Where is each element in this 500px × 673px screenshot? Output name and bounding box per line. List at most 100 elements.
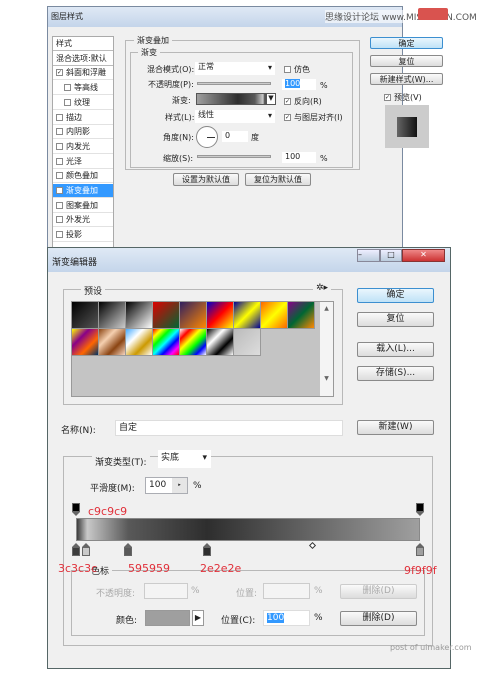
gradient-bar[interactable] xyxy=(76,518,420,541)
ok-button[interactable]: 确定 xyxy=(357,288,434,303)
style-list-item[interactable]: 光泽 xyxy=(53,155,113,169)
preview-checkbox[interactable]: ✓ 预览(V) xyxy=(384,92,422,103)
blend-mode-value: 正常 xyxy=(198,62,214,71)
ok-button[interactable]: 确定 xyxy=(370,37,443,49)
checkbox-icon[interactable] xyxy=(56,142,63,150)
reset-button[interactable]: 复位 xyxy=(370,55,443,67)
checkbox-icon[interactable] xyxy=(56,128,63,136)
style-list-item[interactable]: 等高线 xyxy=(53,81,113,96)
style-list-item[interactable]: 纹理 xyxy=(53,96,113,110)
gradient-type-select[interactable]: 实底 ▾ xyxy=(158,450,211,468)
opacity-slider[interactable] xyxy=(197,82,271,85)
color-stop-marker[interactable] xyxy=(72,543,80,556)
style-list-item[interactable]: 样式 xyxy=(53,37,113,51)
delete-color-stop-button[interactable]: 删除(D) xyxy=(340,611,417,626)
preset-swatch[interactable] xyxy=(72,329,99,356)
checkbox-icon[interactable]: ✓ xyxy=(56,69,63,77)
dither-label: 仿色 xyxy=(294,65,310,74)
style-list-item[interactable]: ✓ 斜面和浮雕 xyxy=(53,66,113,81)
style-select[interactable]: 线性 ▾ xyxy=(195,110,275,123)
gear-icon[interactable]: ✲▸ xyxy=(313,283,332,293)
style-list-item[interactable]: 外发光 xyxy=(53,213,113,228)
new-button[interactable]: 新建(W) xyxy=(357,420,434,435)
style-list-item[interactable]: 图案叠加 xyxy=(53,199,113,213)
preset-swatch[interactable] xyxy=(288,302,315,329)
preset-swatch[interactable] xyxy=(126,302,153,329)
style-list-item[interactable]: 投影 xyxy=(53,228,113,243)
reset-button[interactable]: 复位 xyxy=(357,312,434,327)
blend-mode-select[interactable]: 正常 ▾ xyxy=(195,62,275,75)
preset-scrollbar[interactable]: ▲ ▼ xyxy=(320,302,333,396)
name-input[interactable]: 自定 xyxy=(115,420,343,436)
annotation-c9c9c9: c9c9c9 xyxy=(88,505,128,518)
checkbox-icon[interactable] xyxy=(56,201,63,209)
dither-checkbox[interactable]: 仿色 xyxy=(284,64,310,75)
slider-arrow-button[interactable]: ▸ xyxy=(172,478,187,493)
color-location-input[interactable]: 100 xyxy=(263,610,310,626)
opacity-stop-marker[interactable] xyxy=(72,503,80,516)
gradient-preview[interactable] xyxy=(196,93,266,105)
maximize-button[interactable]: □ xyxy=(380,249,402,262)
checkbox-icon[interactable] xyxy=(56,113,63,121)
checkbox-icon[interactable] xyxy=(56,231,63,239)
preset-swatch[interactable] xyxy=(99,329,126,356)
checkbox-icon[interactable] xyxy=(64,98,71,106)
style-list-label: 等高线 xyxy=(74,83,98,93)
opacity-input[interactable]: 100 xyxy=(282,79,316,90)
close-button[interactable] xyxy=(418,8,448,20)
preset-swatch[interactable] xyxy=(207,302,234,329)
preset-swatch[interactable] xyxy=(153,329,180,356)
load-button[interactable]: 载入(L)... xyxy=(357,342,434,357)
preset-swatch[interactable] xyxy=(207,329,234,356)
style-list-item[interactable]: 颜色叠加 xyxy=(53,169,113,184)
style-list-item[interactable]: 内阴影 xyxy=(53,125,113,140)
preset-swatch[interactable] xyxy=(99,302,126,329)
preset-swatch[interactable] xyxy=(234,302,261,329)
color-menu-arrow-icon[interactable]: ▶ xyxy=(192,610,204,626)
save-button[interactable]: 存储(S)... xyxy=(357,366,434,381)
preset-swatch[interactable] xyxy=(234,329,261,356)
checkbox-icon[interactable]: ✓ xyxy=(56,187,63,194)
angle-input[interactable]: 0 xyxy=(222,131,248,142)
style-list-item[interactable]: 描边 xyxy=(53,111,113,125)
color-stop-marker[interactable] xyxy=(123,543,132,556)
align-checkbox[interactable]: ✓ 与图层对齐(I) xyxy=(284,112,343,123)
color-stop-marker[interactable] xyxy=(416,543,424,556)
color-stop-marker[interactable] xyxy=(202,543,211,556)
checkbox-icon[interactable] xyxy=(56,216,63,224)
preset-swatch[interactable] xyxy=(180,302,207,329)
opacity-stop-marker[interactable] xyxy=(416,503,424,516)
style-list-item[interactable]: 内发光 xyxy=(53,140,113,154)
preset-swatch[interactable] xyxy=(153,302,180,329)
style-list-item[interactable]: ✓ 渐变叠加 xyxy=(53,184,113,198)
color-stop-marker[interactable] xyxy=(82,543,91,556)
new-style-button[interactable]: 新建样式(W)... xyxy=(370,73,443,85)
angle-dial[interactable] xyxy=(196,126,218,148)
checkbox-icon[interactable] xyxy=(64,84,71,92)
reset-default-button[interactable]: 复位为默认值 xyxy=(245,173,311,186)
close-button[interactable]: ✕ xyxy=(402,249,445,262)
style-list-label: 投影 xyxy=(66,230,82,240)
dialog-title: 图层样式 xyxy=(51,12,83,21)
minimize-button[interactable]: – xyxy=(357,249,380,262)
set-default-button[interactable]: 设置为默认值 xyxy=(173,173,239,186)
preset-swatch[interactable] xyxy=(72,302,99,329)
blend-mode-label: 混合模式(O): xyxy=(147,65,195,74)
group-title: 渐变叠加 xyxy=(134,35,172,46)
scale-input[interactable]: 100 xyxy=(282,152,316,163)
gradient-dropdown-button[interactable]: ▼ xyxy=(266,93,276,105)
scale-slider[interactable] xyxy=(197,155,271,158)
preset-swatch[interactable] xyxy=(126,329,153,356)
angle-unit: 度 xyxy=(251,133,259,142)
style-list-item[interactable]: 混合选项:默认 xyxy=(53,52,113,66)
opacity-label: 不透明度(P): xyxy=(148,80,194,89)
reverse-checkbox[interactable]: ✓ 反向(R) xyxy=(284,96,322,107)
stop-color-swatch[interactable] xyxy=(145,610,190,626)
watermark: post of uimaker.com xyxy=(390,643,472,652)
checkbox-icon[interactable] xyxy=(56,172,63,180)
preset-swatch[interactable] xyxy=(180,329,207,356)
smoothness-input[interactable]: 100 ▸ xyxy=(145,477,188,494)
style-list-label: 纹理 xyxy=(74,97,90,107)
checkbox-icon[interactable] xyxy=(56,157,63,165)
preset-swatch[interactable] xyxy=(261,302,288,329)
